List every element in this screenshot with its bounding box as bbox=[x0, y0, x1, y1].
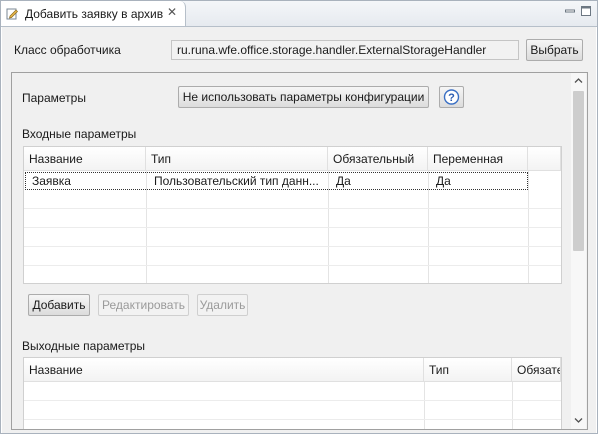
scrollbar-thumb[interactable] bbox=[573, 91, 584, 251]
vertical-scrollbar[interactable] bbox=[571, 73, 586, 429]
cell-required: Да bbox=[336, 174, 351, 188]
config-params-button[interactable]: Не использовать параметры конфигурации bbox=[178, 86, 429, 108]
column-header-required[interactable]: Обязате bbox=[512, 358, 561, 382]
row-divider bbox=[24, 208, 561, 209]
input-params-title: Входные параметры bbox=[22, 127, 137, 141]
handler-class-field[interactable]: ru.runa.wfe.office.storage.handler.Exter… bbox=[171, 40, 519, 60]
input-params-table: Название Тип Обязательный Переменная Зая… bbox=[23, 146, 562, 284]
close-icon[interactable]: ✕ bbox=[166, 6, 178, 18]
cell-name: Заявка bbox=[32, 174, 71, 188]
tab-title: Добавить заявку в архив bbox=[25, 7, 164, 21]
editor-window: Добавить заявку в архив ✕ Класс обработч… bbox=[0, 0, 598, 434]
cell-type: Пользовательский тип данн... bbox=[154, 174, 319, 188]
edit-button[interactable]: Редактировать bbox=[98, 294, 189, 316]
minimize-icon[interactable] bbox=[564, 5, 576, 17]
row-divider bbox=[24, 246, 561, 247]
help-glyph: ? bbox=[448, 92, 455, 104]
column-divider bbox=[512, 382, 513, 429]
output-params-table: Название Тип Обязате bbox=[23, 357, 562, 429]
scroll-up-icon[interactable] bbox=[574, 77, 583, 84]
add-button[interactable]: Добавить bbox=[28, 294, 90, 316]
maximize-icon[interactable] bbox=[580, 5, 592, 17]
params-label: Параметры bbox=[22, 91, 86, 105]
column-header-name[interactable]: Название bbox=[24, 147, 146, 171]
output-params-title: Выходные параметры bbox=[22, 339, 146, 353]
column-header-type[interactable]: Тип bbox=[146, 147, 328, 171]
parameters-panel: Параметры Не использовать параметры конф… bbox=[11, 72, 588, 430]
tab-add-request[interactable]: Добавить заявку в архив ✕ bbox=[1, 1, 186, 26]
column-divider bbox=[424, 382, 425, 429]
row-divider bbox=[24, 265, 561, 266]
edit-dialog-icon bbox=[6, 8, 18, 20]
delete-button[interactable]: Удалить bbox=[197, 294, 248, 316]
cell-variable: Да bbox=[436, 174, 451, 188]
column-header-type[interactable]: Тип bbox=[424, 358, 512, 382]
handler-label: Класс обработчика bbox=[14, 43, 121, 57]
scroll-down-icon[interactable] bbox=[574, 417, 583, 424]
choose-button[interactable]: Выбрать bbox=[526, 39, 583, 61]
row-divider bbox=[24, 419, 561, 420]
help-button[interactable]: ? bbox=[439, 86, 464, 108]
dialog-content: Класс обработчика ru.runa.wfe.office.sto… bbox=[2, 27, 596, 433]
column-header-variable[interactable]: Переменная bbox=[428, 147, 528, 171]
tab-bar: Добавить заявку в архив ✕ bbox=[1, 1, 597, 27]
column-header-required[interactable]: Обязательный bbox=[328, 147, 428, 171]
row-divider bbox=[24, 400, 561, 401]
table-row-selected[interactable]: Заявка Пользовательский тип данн... Да Д… bbox=[25, 172, 528, 190]
help-icon: ? bbox=[443, 89, 460, 105]
row-divider bbox=[24, 227, 561, 228]
column-header-name[interactable]: Название bbox=[24, 358, 424, 382]
column-header-filler bbox=[528, 147, 561, 171]
